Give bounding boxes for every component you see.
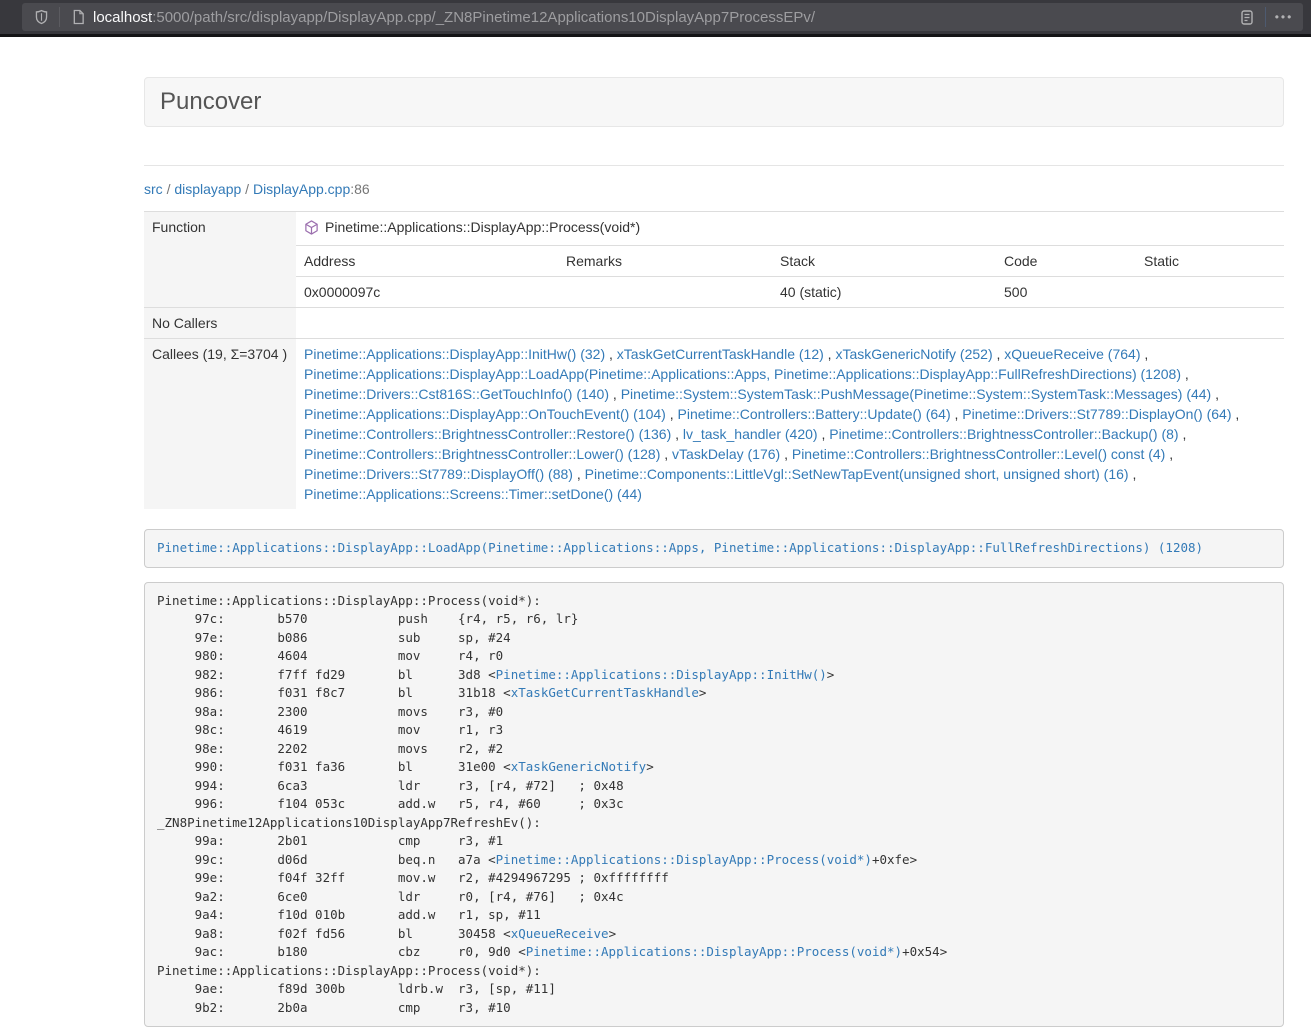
symbol-link[interactable]: Pinetime::Applications::DisplayApp::Proc…	[496, 852, 872, 867]
value-address: 0x0000097c	[296, 277, 558, 308]
function-row-label: Function	[144, 212, 296, 308]
callee-link[interactable]: Pinetime::Controllers::BrightnessControl…	[304, 446, 660, 462]
callee-link[interactable]: Pinetime::Applications::DisplayApp::Init…	[304, 346, 605, 362]
breadcrumb-separator: /	[245, 181, 249, 197]
symbol-link[interactable]: xTaskGenericNotify	[511, 759, 646, 774]
callee-link[interactable]: Pinetime::Drivers::St7789::DisplayOff() …	[304, 466, 573, 482]
symbol-link[interactable]: xTaskGetCurrentTaskHandle	[511, 685, 699, 700]
breadcrumb-link-file[interactable]: DisplayApp.cpp	[253, 181, 350, 197]
callees-list: Pinetime::Applications::DisplayApp::Init…	[296, 339, 1284, 510]
breadcrumb-link-displayapp[interactable]: displayapp	[174, 181, 241, 197]
callee-link[interactable]: Pinetime::Drivers::Cst816S::GetTouchInfo…	[304, 386, 609, 402]
callee-link[interactable]: xTaskGenericNotify (252)	[835, 346, 992, 362]
page-title: Puncover	[160, 88, 261, 115]
reader-view-icon[interactable]	[1236, 6, 1258, 28]
callee-link[interactable]: Pinetime::Controllers::BrightnessControl…	[304, 426, 671, 442]
callee-link[interactable]: lv_task_handler (420)	[683, 426, 818, 442]
divider	[59, 7, 60, 27]
symbol-link[interactable]: Pinetime::Applications::DisplayApp::Proc…	[526, 944, 902, 959]
breadcrumb: src / displayapp / DisplayApp.cpp:86	[144, 179, 1284, 199]
breadcrumb-line-number: :86	[350, 181, 369, 197]
callee-link[interactable]: Pinetime::Controllers::BrightnessControl…	[792, 446, 1165, 462]
page-icon[interactable]	[67, 6, 89, 28]
column-header-code: Code	[996, 246, 1136, 277]
callee-link[interactable]: Pinetime::Controllers::BrightnessControl…	[829, 426, 1178, 442]
breadcrumb-link-src[interactable]: src	[144, 181, 163, 197]
shield-icon[interactable]	[30, 6, 52, 28]
cube-icon	[304, 220, 319, 240]
column-header-static: Static	[1136, 246, 1284, 277]
callee-link[interactable]: xTaskGetCurrentTaskHandle (12)	[617, 346, 824, 362]
value-stack: 40 (static)	[772, 277, 996, 308]
breadcrumb-separator: /	[167, 181, 171, 197]
function-row: Function Pinetime::Applications::Display…	[144, 212, 1284, 246]
callees-label: Callees (19, Σ=3704 )	[144, 339, 296, 510]
value-code: 500	[996, 277, 1136, 308]
disassembly: Pinetime::Applications::DisplayApp::Proc…	[144, 582, 1284, 1027]
url-path: :5000/path/src/displayapp/DisplayApp.cpp…	[152, 9, 815, 26]
url-text[interactable]: localhost:5000/path/src/displayapp/Displ…	[93, 9, 1236, 26]
callee-link[interactable]: Pinetime::Drivers::St7789::DisplayOn() (…	[962, 406, 1231, 422]
stats-header-row: Address Remarks Stack Code Static	[144, 246, 1284, 277]
value-static	[1136, 277, 1284, 308]
function-name: Pinetime::Applications::DisplayApp::Proc…	[325, 219, 640, 235]
callee-link[interactable]: Pinetime::System::SystemTask::PushMessag…	[621, 386, 1212, 402]
stats-value-row: 0x0000097c 40 (static) 500	[144, 277, 1284, 308]
browser-toolbar: localhost:5000/path/src/displayapp/Displ…	[0, 0, 1311, 37]
highlighted-symbol-box: Pinetime::Applications::DisplayApp::Load…	[144, 529, 1284, 568]
column-header-stack: Stack	[772, 246, 996, 277]
callee-link[interactable]: Pinetime::Controllers::Battery::Update()…	[678, 406, 951, 422]
value-remarks	[558, 277, 772, 308]
callee-link[interactable]: Pinetime::Applications::DisplayApp::Load…	[304, 366, 1181, 382]
url-host: localhost	[93, 9, 152, 26]
callers-cell	[296, 308, 1284, 339]
divider	[1265, 7, 1266, 27]
symbol-link[interactable]: xQueueReceive	[511, 926, 609, 941]
callee-link[interactable]: xQueueReceive (764)	[1004, 346, 1140, 362]
callee-link[interactable]: vTaskDelay (176)	[672, 446, 780, 462]
page-content: Puncover src / displayapp / DisplayApp.c…	[144, 77, 1284, 1027]
symbol-link[interactable]: Pinetime::Applications::DisplayApp::Init…	[496, 667, 827, 682]
column-header-address: Address	[296, 246, 558, 277]
callee-link[interactable]: Pinetime::Applications::DisplayApp::OnTo…	[304, 406, 666, 422]
function-name-cell: Pinetime::Applications::DisplayApp::Proc…	[296, 212, 1284, 246]
no-callers-label: No Callers	[144, 308, 296, 339]
ellipsis-menu-icon[interactable]: •••	[1273, 6, 1295, 28]
callees-row: Callees (19, Σ=3704 ) Pinetime::Applicat…	[144, 339, 1284, 510]
callee-link[interactable]: Pinetime::Components::LittleVgl::SetNewT…	[585, 466, 1129, 482]
highlighted-symbol-link[interactable]: Pinetime::Applications::DisplayApp::Load…	[157, 540, 1203, 555]
callee-link[interactable]: Pinetime::Applications::Screens::Timer::…	[304, 486, 642, 502]
url-bar[interactable]: localhost:5000/path/src/displayapp/Displ…	[22, 3, 1303, 31]
app-header: Puncover	[144, 77, 1284, 127]
column-header-remarks: Remarks	[558, 246, 772, 277]
callers-row: No Callers	[144, 308, 1284, 339]
divider	[144, 165, 1284, 166]
function-detail-table: Function Pinetime::Applications::Display…	[144, 211, 1284, 509]
